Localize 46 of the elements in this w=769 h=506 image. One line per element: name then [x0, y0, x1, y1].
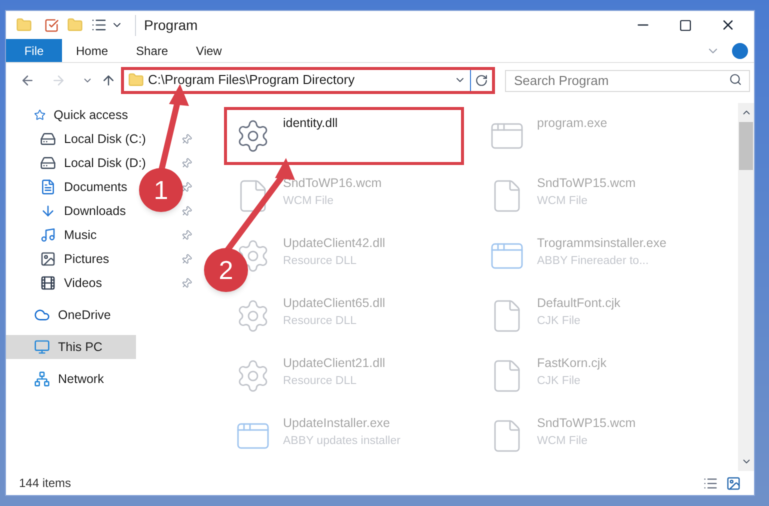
sidebar-item[interactable]: OneDrive — [6, 303, 136, 327]
file-type: CJK File — [537, 314, 582, 329]
file-name: SndToWP15.wcm — [537, 415, 636, 432]
sidebar-item[interactable]: Downloads — [64, 202, 126, 220]
sidebar-item[interactable]: Pictures — [64, 250, 110, 268]
file-name: UpdateClient65.dll — [283, 295, 386, 312]
file-type: Resource DLL — [283, 374, 358, 389]
sidebar-item[interactable]: Local Disk (C:) — [64, 130, 146, 148]
file-name: program.exe — [537, 115, 608, 132]
sidebar-item[interactable]: Music — [64, 226, 97, 244]
sidebar-item[interactable]: Quick access — [6, 103, 136, 127]
file-name: UpdateInstaller.exe — [283, 415, 392, 432]
file-name: SndToWP15.wcm — [537, 175, 636, 192]
ribbon-tab[interactable]: Home — [62, 39, 122, 62]
sidebar-item[interactable]: Documents — [64, 178, 128, 196]
file-name: FastKorn.cjk — [537, 355, 606, 372]
file-type: Resource DLL — [283, 314, 358, 329]
file-name: UpdateClient21.dll — [283, 355, 386, 372]
file-type: Resource DLL — [283, 254, 358, 269]
file-type: WCM File — [537, 194, 588, 209]
file-name: UpdateClient42.dll — [283, 235, 386, 252]
sidebar-item[interactable]: Videos — [64, 274, 102, 292]
file-type: WCM File — [537, 434, 588, 449]
file-name: SndToWP16.wcm — [283, 175, 382, 192]
ribbon-tab[interactable]: Share — [122, 39, 182, 62]
file-type: ABBY Finereader to... — [537, 254, 650, 269]
address-bar[interactable]: C:\Program Files\Program Directory — [121, 66, 495, 94]
file-type: WCM File — [283, 194, 334, 209]
sidebar-label: Network — [58, 370, 104, 388]
file-type: ABBY updates installer — [283, 434, 400, 449]
address-path: C:\Program Files\Program Directory — [148, 71, 356, 90]
item-count: 144 items — [19, 475, 72, 492]
sidebar-label: Quick access — [54, 106, 128, 124]
file-name: Trogrammsinstaller.exe — [537, 235, 666, 252]
ribbon-tab[interactable]: File — [6, 39, 62, 62]
file-name: DefaultFont.cjk — [537, 295, 620, 312]
sidebar-label: OneDrive — [58, 306, 111, 324]
file-type: CJK File — [537, 374, 582, 389]
file-name: identity.dll — [283, 115, 338, 132]
sidebar-item[interactable]: This PC — [6, 335, 136, 359]
file-item[interactable]: identity.dll — [224, 107, 464, 165]
window-title: Program — [135, 14, 198, 36]
search-field[interactable]: Search Program — [505, 70, 750, 92]
sidebar-label: This PC — [58, 338, 102, 356]
sidebar-item[interactable]: Network — [6, 367, 136, 391]
ribbon-tab[interactable]: View — [182, 39, 236, 62]
